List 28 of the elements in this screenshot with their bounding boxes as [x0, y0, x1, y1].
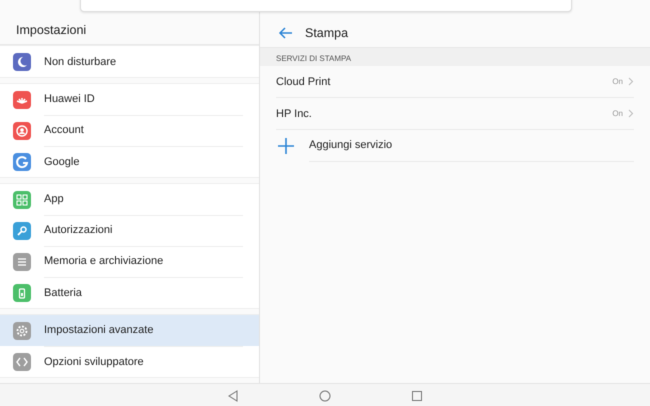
recents-icon[interactable] [411, 390, 423, 402]
service-name: Cloud Print [276, 76, 332, 88]
add-service-item[interactable]: Aggiungi servizio [277, 130, 634, 161]
moon-icon [13, 52, 31, 70]
letter-g-icon [13, 152, 31, 170]
gear-icon [13, 322, 31, 340]
service-item[interactable]: Cloud Print On [276, 66, 634, 98]
service-name: HP Inc. [276, 108, 313, 120]
person-icon [13, 122, 31, 140]
service-item[interactable]: HP Inc. On [276, 98, 634, 130]
sidebar-title: Impostazioni [16, 23, 86, 37]
chevron-icon [628, 77, 634, 86]
home-icon[interactable] [319, 390, 331, 402]
page-title: Stampa [305, 26, 348, 40]
sidebar-item[interactable]: Impostazioni avanzate [0, 315, 259, 346]
plus-icon [277, 136, 295, 154]
status-text: On [612, 77, 623, 86]
status-text: On [612, 109, 623, 118]
grid-icon [13, 190, 31, 208]
brackets-icon [13, 352, 31, 370]
section-header: SERVIZI DI STAMPA [260, 48, 650, 66]
list-icon [13, 252, 31, 270]
key-icon [13, 222, 31, 240]
chevron-icon [628, 109, 634, 118]
battery-icon [13, 284, 31, 302]
back-icon[interactable] [278, 26, 293, 40]
back-nav-icon[interactable] [227, 390, 239, 402]
flower-icon [13, 90, 31, 108]
